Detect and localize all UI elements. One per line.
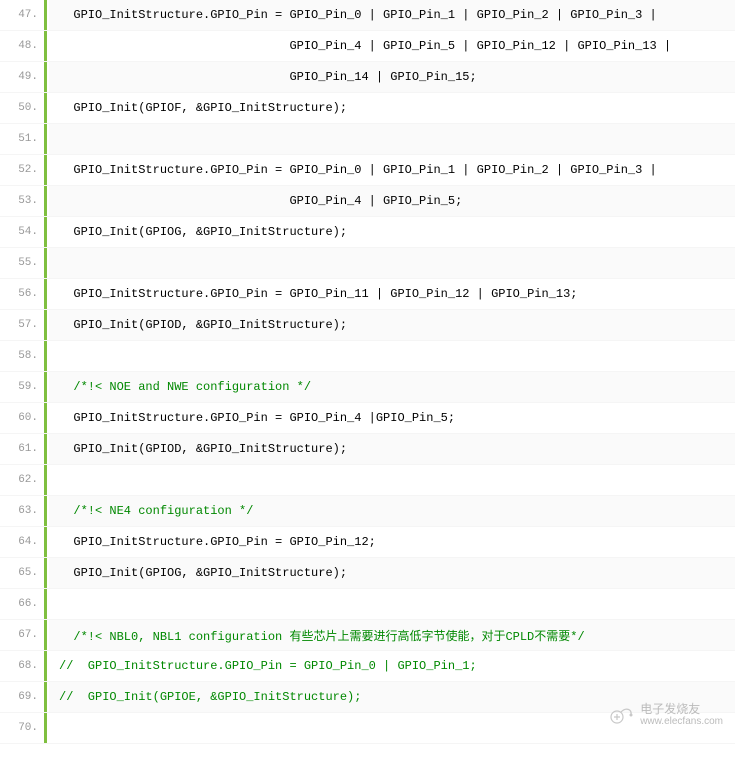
code-line: 49. GPIO_Pin_14 | GPIO_Pin_15; [0, 62, 735, 93]
code-content [49, 589, 735, 619]
code-content: // GPIO_InitStructure.GPIO_Pin = GPIO_Pi… [49, 651, 735, 681]
line-number: 67. [0, 620, 44, 650]
code-line: 51. [0, 124, 735, 155]
code-line: 54. GPIO_Init(GPIOG, &GPIO_InitStructure… [0, 217, 735, 248]
code-content: /*!< NE4 configuration */ [49, 496, 735, 526]
line-marker [44, 372, 47, 402]
code-line: 64. GPIO_InitStructure.GPIO_Pin = GPIO_P… [0, 527, 735, 558]
code-content: GPIO_InitStructure.GPIO_Pin = GPIO_Pin_0… [49, 155, 735, 185]
line-number: 66. [0, 589, 44, 619]
line-number: 60. [0, 403, 44, 433]
code-content [49, 465, 735, 495]
code-line: 67. /*!< NBL0, NBL1 configuration 有些芯片上需… [0, 620, 735, 651]
line-number: 49. [0, 62, 44, 92]
code-line: 61. GPIO_Init(GPIOD, &GPIO_InitStructure… [0, 434, 735, 465]
code-content: GPIO_Pin_4 | GPIO_Pin_5 | GPIO_Pin_12 | … [49, 31, 735, 61]
code-content [49, 124, 735, 154]
code-content: GPIO_Init(GPIOG, &GPIO_InitStructure); [49, 217, 735, 247]
line-marker [44, 713, 47, 743]
line-number: 70. [0, 713, 44, 743]
line-marker [44, 279, 47, 309]
code-line: 58. [0, 341, 735, 372]
line-number: 65. [0, 558, 44, 588]
line-number: 53. [0, 186, 44, 216]
code-content: GPIO_InitStructure.GPIO_Pin = GPIO_Pin_4… [49, 403, 735, 433]
line-number: 69. [0, 682, 44, 712]
line-number: 68. [0, 651, 44, 681]
line-marker [44, 217, 47, 247]
code-line: 65. GPIO_Init(GPIOG, &GPIO_InitStructure… [0, 558, 735, 589]
line-number: 55. [0, 248, 44, 278]
code-content: GPIO_InitStructure.GPIO_Pin = GPIO_Pin_0… [49, 0, 735, 30]
line-marker [44, 0, 47, 30]
code-line: 50. GPIO_Init(GPIOF, &GPIO_InitStructure… [0, 93, 735, 124]
code-content: GPIO_Init(GPIOG, &GPIO_InitStructure); [49, 558, 735, 588]
line-marker [44, 155, 47, 185]
line-marker [44, 62, 47, 92]
line-number: 51. [0, 124, 44, 154]
code-line: 66. [0, 589, 735, 620]
code-content: // GPIO_Init(GPIOE, &GPIO_InitStructure)… [49, 682, 735, 712]
code-line: 63. /*!< NE4 configuration */ [0, 496, 735, 527]
line-marker [44, 434, 47, 464]
code-content: /*!< NOE and NWE configuration */ [49, 372, 735, 402]
line-marker [44, 186, 47, 216]
line-marker [44, 465, 47, 495]
line-number: 62. [0, 465, 44, 495]
line-number: 58. [0, 341, 44, 371]
code-block: 47. GPIO_InitStructure.GPIO_Pin = GPIO_P… [0, 0, 735, 744]
line-marker [44, 124, 47, 154]
code-line: 48. GPIO_Pin_4 | GPIO_Pin_5 | GPIO_Pin_1… [0, 31, 735, 62]
line-marker [44, 527, 47, 557]
code-content: GPIO_Init(GPIOD, &GPIO_InitStructure); [49, 310, 735, 340]
code-content [49, 341, 735, 371]
line-number: 52. [0, 155, 44, 185]
line-marker [44, 651, 47, 681]
code-line: 52. GPIO_InitStructure.GPIO_Pin = GPIO_P… [0, 155, 735, 186]
code-line: 69.// GPIO_Init(GPIOE, &GPIO_InitStructu… [0, 682, 735, 713]
line-number: 59. [0, 372, 44, 402]
line-marker [44, 93, 47, 123]
code-content: GPIO_Init(GPIOF, &GPIO_InitStructure); [49, 93, 735, 123]
line-number: 56. [0, 279, 44, 309]
code-line: 53. GPIO_Pin_4 | GPIO_Pin_5; [0, 186, 735, 217]
code-line: 56. GPIO_InitStructure.GPIO_Pin = GPIO_P… [0, 279, 735, 310]
code-content: GPIO_InitStructure.GPIO_Pin = GPIO_Pin_1… [49, 527, 735, 557]
code-line: 55. [0, 248, 735, 279]
line-marker [44, 248, 47, 278]
code-line: 57. GPIO_Init(GPIOD, &GPIO_InitStructure… [0, 310, 735, 341]
code-line: 68.// GPIO_InitStructure.GPIO_Pin = GPIO… [0, 651, 735, 682]
code-line: 59. /*!< NOE and NWE configuration */ [0, 372, 735, 403]
code-content: /*!< NBL0, NBL1 configuration 有些芯片上需要进行高… [49, 620, 735, 650]
code-line: 47. GPIO_InitStructure.GPIO_Pin = GPIO_P… [0, 0, 735, 31]
code-content: GPIO_Init(GPIOD, &GPIO_InitStructure); [49, 434, 735, 464]
line-marker [44, 310, 47, 340]
line-number: 50. [0, 93, 44, 123]
line-marker [44, 682, 47, 712]
line-number: 54. [0, 217, 44, 247]
line-number: 63. [0, 496, 44, 526]
code-line: 60. GPIO_InitStructure.GPIO_Pin = GPIO_P… [0, 403, 735, 434]
line-number: 57. [0, 310, 44, 340]
code-content: GPIO_InitStructure.GPIO_Pin = GPIO_Pin_1… [49, 279, 735, 309]
line-marker [44, 620, 47, 650]
code-content [49, 713, 735, 743]
code-content [49, 248, 735, 278]
line-number: 47. [0, 0, 44, 30]
code-line: 62. [0, 465, 735, 496]
line-marker [44, 403, 47, 433]
line-marker [44, 558, 47, 588]
line-marker [44, 31, 47, 61]
line-number: 64. [0, 527, 44, 557]
code-content: GPIO_Pin_4 | GPIO_Pin_5; [49, 186, 735, 216]
code-content: GPIO_Pin_14 | GPIO_Pin_15; [49, 62, 735, 92]
line-number: 61. [0, 434, 44, 464]
line-marker [44, 341, 47, 371]
line-marker [44, 496, 47, 526]
line-marker [44, 589, 47, 619]
code-line: 70. [0, 713, 735, 744]
line-number: 48. [0, 31, 44, 61]
